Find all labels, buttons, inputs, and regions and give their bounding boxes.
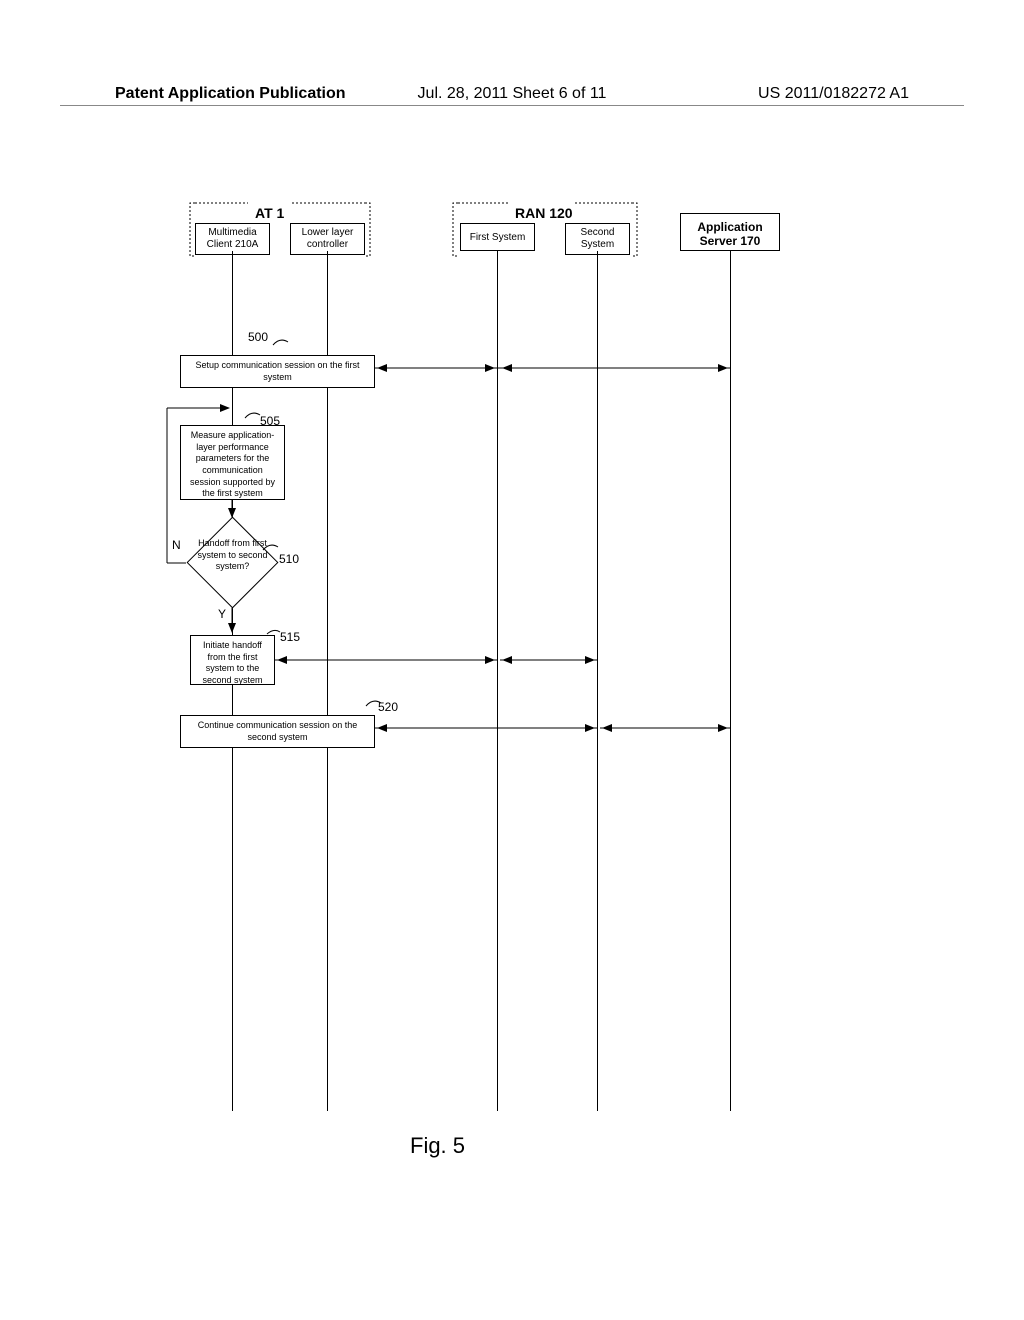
ref-510: 510 [279, 552, 299, 566]
header-divider [60, 105, 964, 106]
header-right: US 2011/0182272 A1 [758, 85, 909, 103]
decision-no-label: N [172, 538, 181, 552]
lifeline-app-server [730, 251, 731, 1111]
figure-label: Fig. 5 [410, 1133, 465, 1159]
decision-yes-label: Y [218, 607, 226, 621]
ref-500: 500 [248, 330, 268, 344]
arrows-overlay [0, 190, 1024, 1130]
sequence-diagram: AT 1 RAN 120 Multimedia Client 210A Lowe… [0, 190, 1024, 1130]
step-520-box: Continue communication session on the se… [180, 715, 375, 748]
decision-510 [187, 517, 279, 609]
ref-520: 520 [378, 700, 398, 714]
lifeline-header-first-system: First System [460, 223, 535, 251]
header-left: Patent Application Publication [115, 85, 346, 103]
step-515-box: Initiate handoff from the first system t… [190, 635, 275, 685]
ref-505: 505 [260, 414, 280, 428]
group-title-at1: AT 1 [255, 205, 284, 221]
step-500-box: Setup communication session on the first… [180, 355, 375, 388]
ref-515: 515 [280, 630, 300, 644]
lifeline-first-system [497, 251, 498, 1111]
group-title-ran: RAN 120 [515, 205, 573, 221]
lifeline-header-app-server: Application Server 170 [680, 213, 780, 251]
lifeline-second-system [597, 251, 598, 1111]
step-505-box: Measure application-layer performance pa… [180, 425, 285, 500]
header-center: Jul. 28, 2011 Sheet 6 of 11 [418, 85, 607, 103]
page-header: Patent Application Publication Jul. 28, … [0, 85, 1024, 103]
